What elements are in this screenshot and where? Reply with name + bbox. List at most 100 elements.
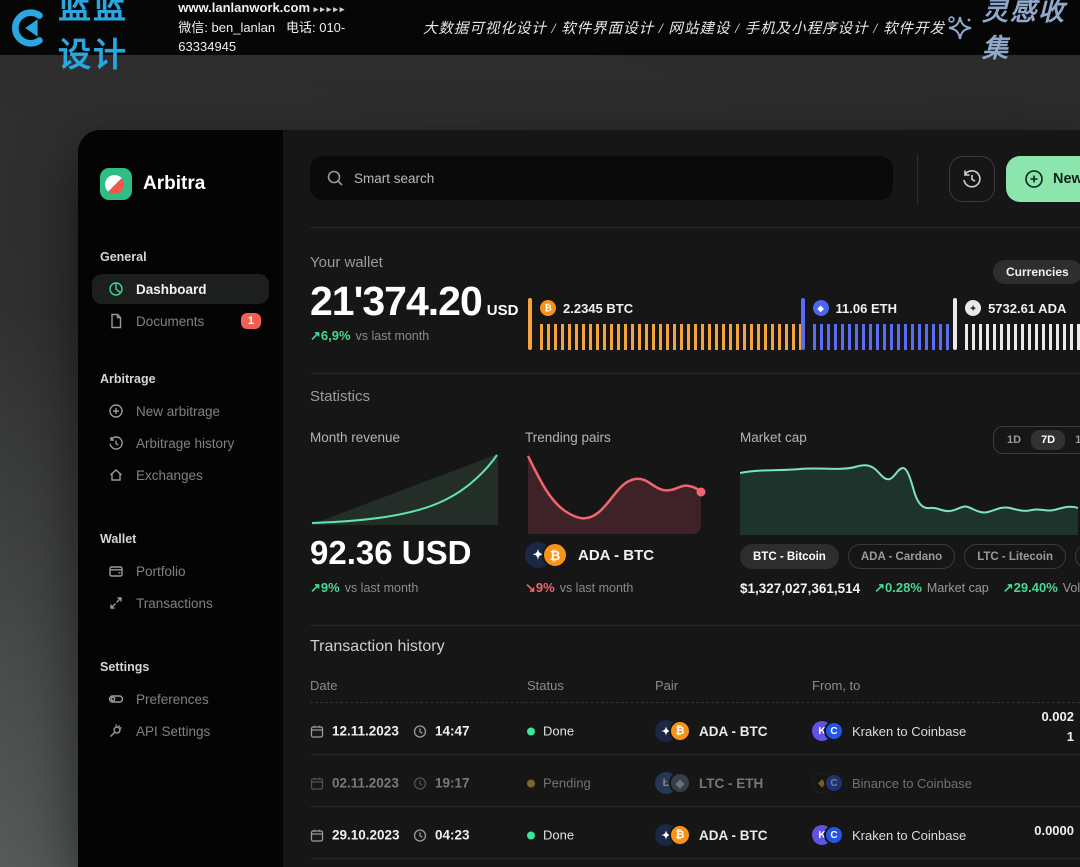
sidebar-item-api-settings[interactable]: API Settings [92, 716, 269, 746]
time-cell: 14:47 [413, 724, 470, 739]
services-list: 大数据可视化设计 / 软件界面设计 / 网站建设 / 手机及小程序设计 / 软件… [423, 17, 945, 38]
row-divider [310, 806, 1080, 807]
pair-name: ADA - BTC [578, 547, 654, 564]
coinbase-icon: C [824, 721, 844, 741]
sidebar-item-label: Transactions [136, 596, 213, 611]
status-dot-done [527, 831, 535, 839]
date-cell: 29.10.2023 [310, 828, 400, 843]
plus-circle-icon [108, 403, 124, 419]
sidebar-item-preferences[interactable]: Preferences [92, 684, 269, 714]
sidebar-item-label: Exchanges [136, 468, 203, 483]
trending-pairs-change: ↘9% vs last month [525, 580, 633, 596]
tab-currencies[interactable]: Currencies [993, 260, 1080, 284]
month-revenue-label: Month revenue [310, 430, 400, 445]
col-pair: Pair [655, 678, 678, 693]
table-row[interactable]: 12.11.2023 14:47 Done ✦₿ ADA - BTC KC [310, 708, 1080, 754]
month-revenue-change: ↗9% vs last month [310, 580, 418, 596]
trending-pair: ✦ ₿ ADA - BTC [525, 542, 654, 568]
transfer-arrows-icon [108, 595, 124, 611]
dashboard-card: Arbitra General Dashboard Docu [78, 130, 1080, 867]
documents-badge: 1 [241, 313, 261, 329]
screen: 蓝蓝设计 www.lanlanwork.com ▸▸▸▸▸ 微信: ben_la… [0, 0, 1080, 867]
row-divider [310, 858, 1080, 859]
pie-chart-icon [108, 281, 124, 297]
history-icon [108, 435, 124, 451]
pill-ltc-litecoin[interactable]: LTC - Litecoin [964, 544, 1066, 569]
sidebar-item-arbitrage-history[interactable]: Arbitrage history [92, 428, 269, 458]
home-icon [108, 467, 124, 483]
eth-icon: ◆ [813, 300, 829, 316]
wallet-balance: 21'374.20USD [310, 278, 518, 325]
clock-icon [413, 776, 427, 790]
toggle-icon [108, 691, 124, 707]
wallet-title: Your wallet [310, 254, 383, 271]
eth-icon: ◆ [669, 772, 691, 794]
promo-banner: 蓝蓝设计 www.lanlanwork.com ▸▸▸▸▸ 微信: ben_la… [0, 0, 1080, 55]
divider [310, 373, 1080, 374]
brand-name: 蓝蓝设计 [58, 0, 162, 76]
time-cell: 04:23 [413, 828, 470, 843]
sidebar-item-exchanges[interactable]: Exchanges [92, 460, 269, 490]
holdings-barcode: ₿ 2.2345 BTC ◆ 11.06 ETH ✦ 5732.61 ADA [528, 298, 1080, 350]
statistics-title: Statistics [310, 388, 370, 405]
arrow-up-icon: ↗ [310, 580, 321, 595]
sidebar-item-label: Arbitrage history [136, 436, 234, 451]
btc-icon: ₿ [540, 300, 556, 316]
table-row[interactable]: 02.11.2023 19:17 Pending Ł◆ LTC - ETH ◆C [310, 760, 1080, 806]
pill-ada-cardano[interactable]: ADA - Cardano [848, 544, 955, 569]
col-date: Date [310, 678, 337, 693]
col-status: Status [527, 678, 564, 693]
status-dot-done [527, 727, 535, 735]
btc-bars [540, 324, 801, 350]
pill-btc-bitcoin[interactable]: BTC - Bitcoin [740, 544, 839, 569]
sidebar-item-dashboard[interactable]: Dashboard [92, 274, 269, 304]
sidebar-item-label: Portfolio [136, 564, 186, 579]
coin-filter-pills: BTC - Bitcoin ADA - Cardano LTC - Liteco… [740, 544, 1080, 569]
divider [310, 625, 1080, 626]
sparkle-star-icon [945, 13, 975, 43]
topbar-divider [917, 154, 918, 204]
header-divider [310, 702, 1080, 703]
search-input[interactable] [354, 171, 877, 186]
wallet-change: ↗6,9% vs last month [310, 328, 429, 344]
history-button[interactable] [949, 156, 995, 202]
pair-cell: Ł◆ LTC - ETH [655, 772, 763, 794]
amount-cell: 0.002 1 [1041, 707, 1074, 747]
search-icon [326, 169, 344, 187]
calendar-icon [310, 776, 324, 790]
sidebar-item-new-arbitrage[interactable]: New arbitrage [92, 396, 269, 426]
main-content: New a Your wallet 21'374.20USD ↗6,9% vs … [283, 130, 1080, 867]
route-cell: KC Kraken to Coinbase [812, 825, 966, 845]
route-cell: KC Kraken to Coinbase [812, 721, 966, 741]
website-link[interactable]: www.lanlanwork.com [178, 0, 310, 15]
new-arbitrage-button[interactable]: New a [1006, 156, 1080, 202]
sidebar-item-label: New arbitrage [136, 404, 220, 419]
contact-block: www.lanlanwork.com ▸▸▸▸▸ 微信: ben_lanlan … [178, 0, 361, 57]
range-7d[interactable]: 7D [1031, 430, 1065, 450]
sidebar-item-transactions[interactable]: Transactions [92, 588, 269, 618]
arbitra-logo-icon [100, 168, 132, 200]
sidebar-item-portfolio[interactable]: Portfolio [92, 556, 269, 586]
app-logo: Arbitra [78, 160, 283, 204]
market-cap-value: $1,327,027,361,514 [740, 581, 860, 596]
btc-icon: ₿ [669, 824, 691, 846]
status-cell: Done [527, 828, 574, 843]
range-1d[interactable]: 1D [997, 430, 1031, 450]
inspiration-collect[interactable]: 灵感收集 [945, 0, 1080, 65]
month-revenue-chart [310, 452, 498, 526]
eth-bars [813, 324, 954, 350]
arrows-decoration: ▸▸▸▸▸ [314, 4, 347, 14]
sidebar-item-documents[interactable]: Documents 1 [92, 306, 269, 336]
table-row[interactable]: 29.10.2023 04:23 Done ✦₿ ADA - BTC KC [310, 812, 1080, 858]
calendar-icon [310, 724, 324, 738]
ada-amount: 5732.61 ADA [988, 301, 1066, 316]
sidebar-item-label: Preferences [136, 692, 209, 707]
new-button-label: New a [1053, 171, 1080, 187]
market-cap-label: Market cap [740, 430, 807, 445]
holding-btc: ₿ 2.2345 BTC [528, 298, 801, 350]
pair-cell: ✦₿ ADA - BTC [655, 720, 768, 742]
holding-ada: ✦ 5732.61 ADA [953, 298, 1080, 350]
range-1m[interactable]: 1M [1065, 430, 1080, 450]
month-revenue-value: 92.36 USD [310, 534, 471, 572]
pill-eth-ethereum[interactable]: ETH - Ethereu [1075, 544, 1080, 569]
